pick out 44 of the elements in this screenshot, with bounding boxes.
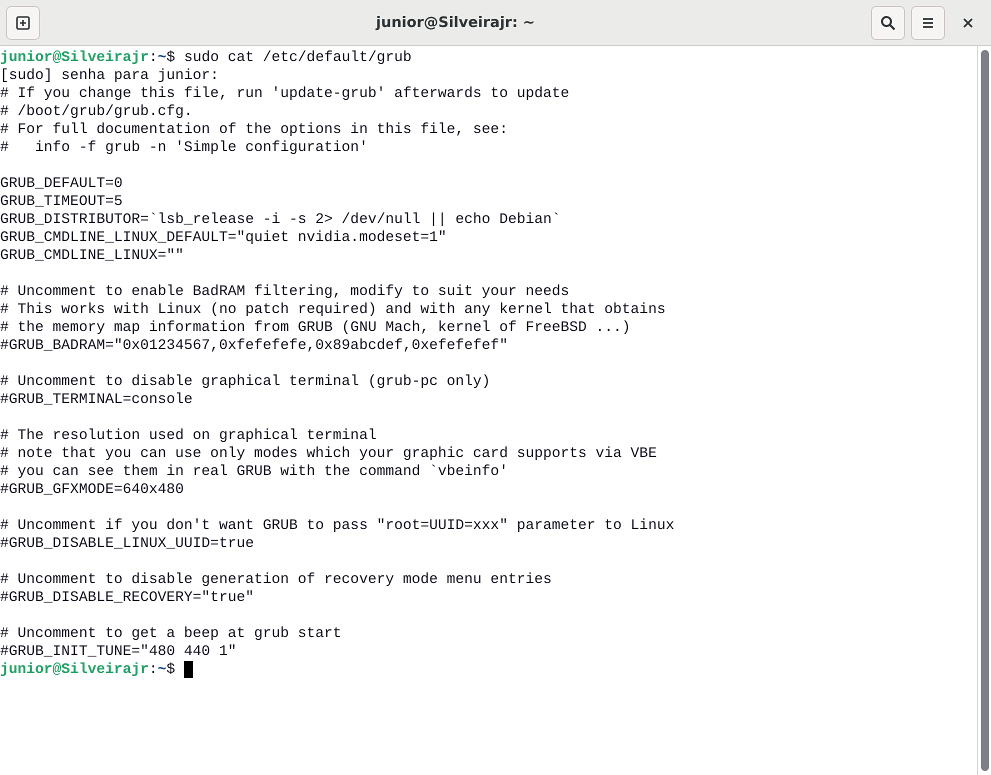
output-line: # note that you can use only modes which your graphic card supports via VBE [0, 445, 657, 463]
prompt-colon: : [148, 661, 158, 679]
scrollbar[interactable] [977, 46, 991, 775]
output-line: # If you change this file, run 'update-grub' afterwards to update [0, 85, 570, 103]
menu-button[interactable] [911, 6, 945, 40]
output-line: GRUB_TIMEOUT=5 [0, 193, 123, 211]
output-line: GRUB_CMDLINE_LINUX_DEFAULT="quiet nvidia.modeset=1" [0, 229, 447, 247]
output-line: # This works with Linux (no patch required) and with any kernel that obtains [0, 301, 666, 319]
output-line: #GRUB_DISABLE_LINUX_UUID=true [0, 535, 254, 553]
output-line: # For full documentation of the options in this file, see: [0, 121, 508, 139]
prompt-symbol: $ [166, 661, 176, 679]
close-icon [963, 18, 973, 28]
window-title: junior@Silveirajr: ~ [374, 14, 536, 30]
output-line: # Uncomment if you don't want GRUB to pass "root=UUID=xxx" parameter to Linux [0, 517, 674, 535]
prompt-symbol: $ [166, 49, 176, 67]
output-line: #GRUB_INIT_TUNE="480 440 1" [0, 643, 236, 661]
output-line: # Uncomment to enable BadRAM filtering, modify to suit your needs [0, 283, 570, 301]
output-line: # info -f grub -n 'Simple configuration' [0, 139, 368, 157]
new-tab-button[interactable] [6, 6, 40, 40]
prompt-colon: : [148, 49, 158, 67]
output-line: [sudo] senha para junior: [0, 67, 219, 85]
output-line: GRUB_DEFAULT=0 [0, 175, 123, 193]
output-line: # Uncomment to disable generation of recovery mode menu entries [0, 571, 552, 589]
output-line: # you can see them in real GRUB with the command `vbeinfo' [0, 463, 508, 481]
prompt-path: ~ [158, 661, 166, 679]
output-line: # Uncomment to get a beep at grub start [0, 625, 342, 643]
output-line: # /boot/grub/grub.cfg. [0, 103, 193, 121]
output-line: #GRUB_BADRAM="0x01234567,0xfefefefe,0x89abcdef,0xefefefef" [0, 337, 508, 355]
new-tab-icon [15, 14, 31, 30]
command-text: sudo cat /etc/default/grub [182, 49, 412, 67]
search-icon [880, 14, 896, 30]
prompt-user-host: junior@Silveirajr [0, 661, 149, 679]
output-line: # the memory map information from GRUB (GNU Mach, kernel of FreeBSD ...) [0, 319, 631, 337]
output-line: # The resolution used on graphical terminal [0, 427, 377, 445]
prompt-user-host: junior@Silveirajr [0, 49, 149, 67]
prompt-path: ~ [158, 49, 166, 67]
search-button[interactable] [871, 6, 905, 40]
output-line: #GRUB_GFXMODE=640x480 [0, 481, 184, 499]
output-line: GRUB_CMDLINE_LINUX="" [0, 247, 184, 265]
menu-icon [921, 16, 935, 28]
output-line: # Uncomment to disable graphical terminal (grub-pc only) [0, 373, 490, 391]
output-line: GRUB_DISTRIBUTOR=`lsb_release -i -s 2> /dev/null || echo Debian` [0, 211, 560, 229]
output-line: #GRUB_TERMINAL=console [0, 391, 193, 409]
output-line: #GRUB_DISABLE_RECOVERY="true" [0, 589, 254, 607]
